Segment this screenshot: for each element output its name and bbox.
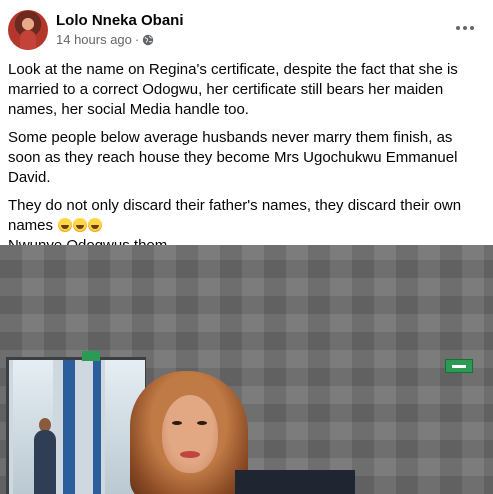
post-timestamp[interactable]: 14 hours ago [56, 32, 132, 47]
author-avatar[interactable] [8, 10, 48, 50]
post-body: Look at the name on Regina's certificate… [8, 60, 486, 256]
globe-icon[interactable] [142, 34, 154, 46]
more-options-icon[interactable] [451, 16, 479, 40]
dark-object [235, 470, 355, 494]
post-meta: 14 hours ago · [56, 32, 154, 47]
meta-separator: · [134, 32, 140, 47]
exit-sign [445, 359, 473, 373]
post-photo[interactable] [0, 245, 493, 494]
rolling-on-floor-laughing-icon [73, 218, 88, 232]
woman-face [162, 395, 218, 473]
rolling-on-floor-laughing-icon [58, 218, 73, 232]
wall-sign [82, 351, 100, 361]
background-window [6, 357, 146, 494]
author-name[interactable]: Lolo Nneka Obani [56, 12, 184, 29]
post-paragraph-2: Some people below average husbands never… [8, 129, 458, 186]
rolling-on-floor-laughing-icon [88, 218, 103, 232]
post-paragraph-1: Look at the name on Regina's certificate… [8, 61, 458, 118]
post-header: Lolo Nneka Obani 14 hours ago · [8, 10, 485, 52]
facebook-post: Lolo Nneka Obani 14 hours ago · Look at … [0, 0, 493, 494]
